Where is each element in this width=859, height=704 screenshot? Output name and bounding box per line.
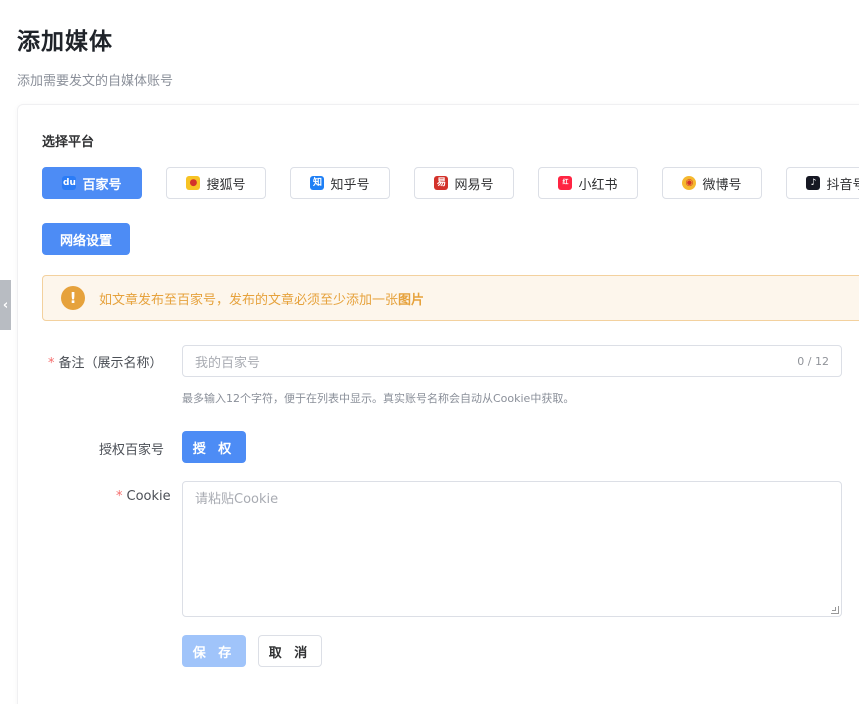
page-subtitle: 添加需要发文的自媒体账号 (17, 74, 174, 89)
cookie-label-text: Cookie (126, 489, 171, 504)
platform-xiaohongshu-button[interactable]: 红 小红书 (538, 167, 638, 199)
page-title: 添加媒体 (17, 29, 113, 55)
platform-baijiahao-button[interactable]: du 百家号 (42, 167, 142, 199)
required-marker: * (48, 356, 55, 371)
platform-label: 搜狐号 (206, 177, 246, 193)
cancel-button[interactable]: 取 消 (258, 635, 322, 667)
platform-section-label: 选择平台 (42, 135, 95, 150)
add-media-card: 选择平台 du 百家号 ● 搜狐号 知 知乎号 易 网易号 红 小红书 ◉ 微博… (17, 104, 859, 704)
sohu-icon: ● (186, 176, 201, 190)
remark-hint: 最多输入12个字符，便于在列表中显示。真实账号名称会自动从Cookie中获取。 (182, 392, 575, 405)
platform-zhihu-button[interactable]: 知 知乎号 (290, 167, 390, 199)
cookie-placeholder: 请粘贴Cookie (195, 492, 279, 507)
baijiahao-icon: du (62, 176, 77, 190)
platform-label: 小红书 (578, 177, 618, 193)
remark-label: * 备注（展示名称） (48, 352, 163, 371)
resize-handle-icon[interactable] (831, 606, 839, 614)
remark-input[interactable]: 我的百家号 0 / 12 (182, 345, 842, 377)
remark-label-text: 备注（展示名称） (58, 356, 163, 371)
platform-label: 百家号 (82, 177, 122, 193)
platform-sohu-button[interactable]: ● 搜狐号 (166, 167, 266, 199)
required-marker: * (116, 489, 123, 504)
save-button[interactable]: 保 存 (182, 635, 246, 667)
alert-emphasis: 图片 (398, 292, 425, 308)
platform-selector: du 百家号 ● 搜狐号 知 知乎号 易 网易号 红 小红书 ◉ 微博号 ♪ 抖… (42, 167, 859, 199)
collapse-sidebar-toggle[interactable]: ‹ (0, 280, 11, 330)
douyin-icon: ♪ (806, 176, 821, 190)
zhihu-icon: 知 (310, 176, 325, 190)
char-counter: 0 / 12 (797, 354, 829, 368)
remark-placeholder: 我的百家号 (195, 355, 261, 371)
platform-label: 网易号 (454, 177, 494, 193)
platform-netease-button[interactable]: 易 网易号 (414, 167, 514, 199)
platform-label: 抖音号 (826, 177, 859, 193)
alert-text: 如文章发布至百家号，发布的文章必须至少添加一张图片 (99, 289, 424, 308)
platform-douyin-button[interactable]: ♪ 抖音号 (786, 167, 859, 199)
cookie-label: * Cookie (116, 489, 171, 504)
alert-message: 如文章发布至百家号，发布的文章必须至少添加一张 (99, 292, 399, 308)
page-header: 添加媒体 添加需要发文的自媒体账号 (17, 22, 173, 89)
warning-icon: ! (61, 286, 85, 310)
auth-label: 授权百家号 (99, 443, 165, 458)
platform-label: 知乎号 (330, 177, 370, 193)
authorize-button[interactable]: 授 权 (182, 431, 246, 463)
network-settings-button[interactable]: 网络设置 (42, 223, 130, 255)
cookie-textarea[interactable]: 请粘贴Cookie (182, 481, 842, 617)
netease-icon: 易 (434, 176, 449, 190)
platform-weibo-button[interactable]: ◉ 微博号 (662, 167, 762, 199)
weibo-icon: ◉ (682, 176, 697, 190)
platform-label: 微博号 (702, 177, 742, 193)
warning-alert: ! 如文章发布至百家号，发布的文章必须至少添加一张图片 (42, 275, 859, 321)
xiaohongshu-icon: 红 (558, 176, 573, 190)
